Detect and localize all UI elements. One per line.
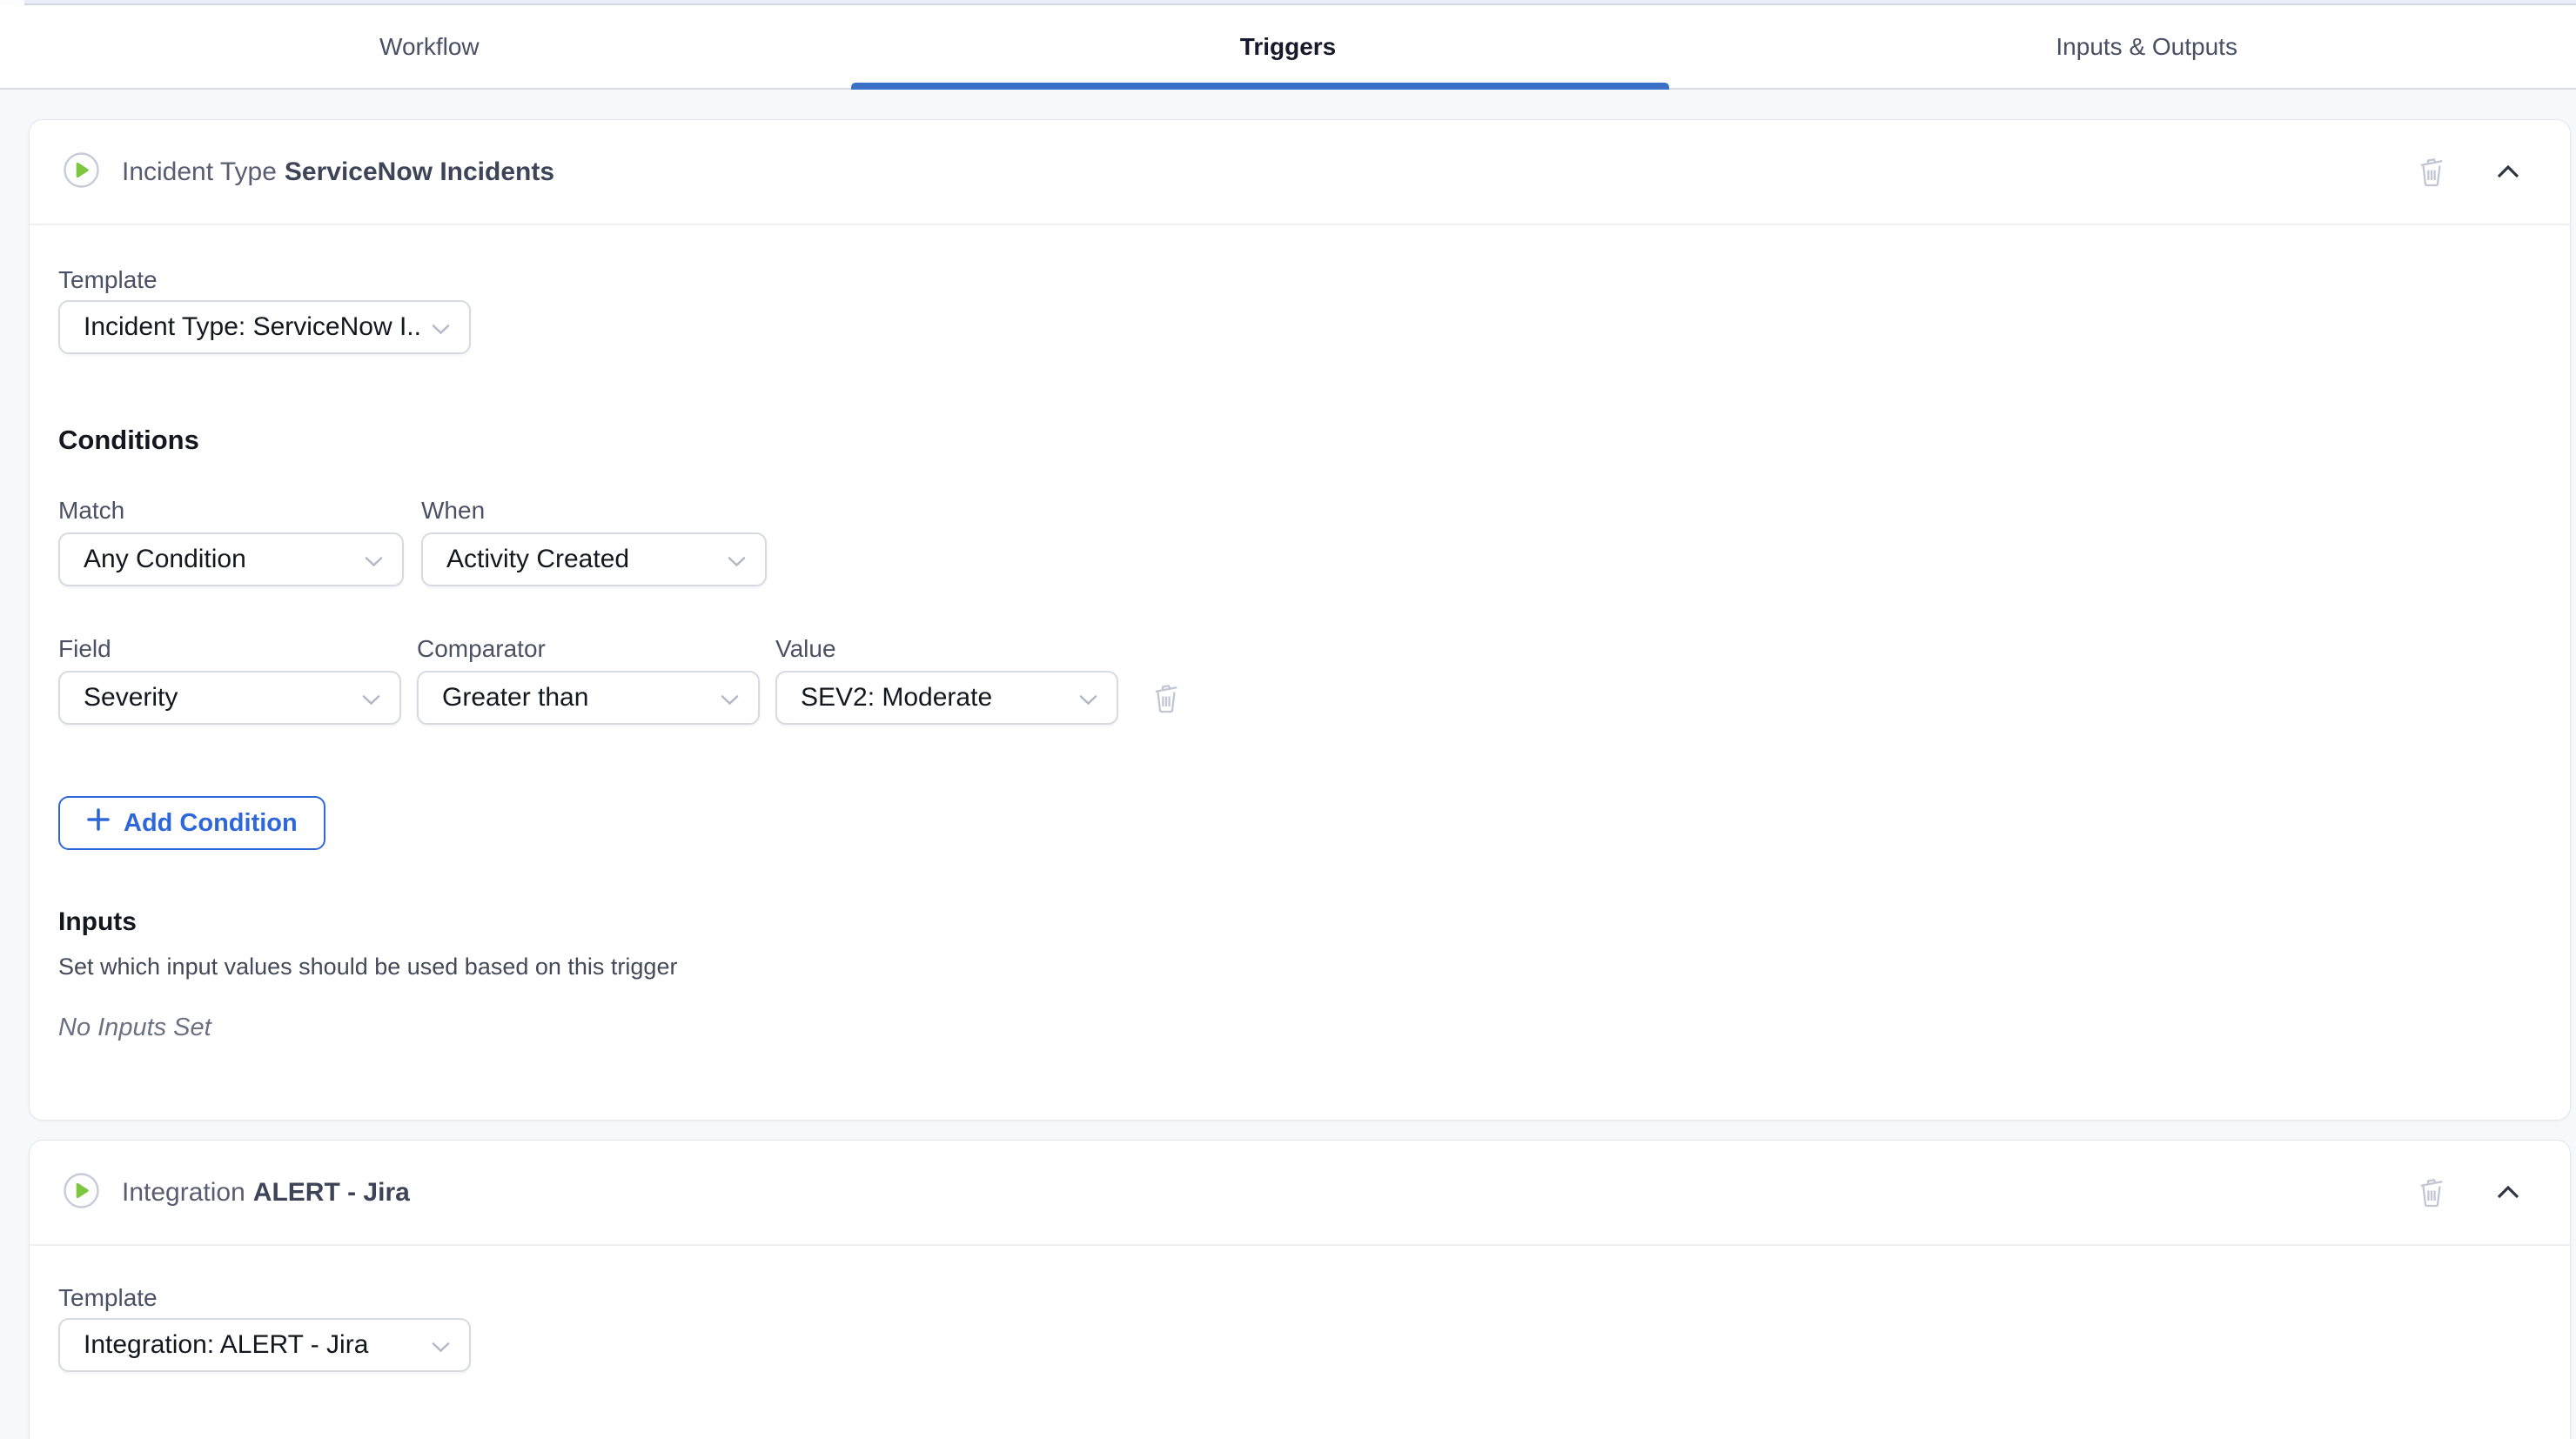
chevron-down-icon [419,1330,450,1360]
chevron-down-icon [715,545,746,574]
collapse-card-button[interactable] [2488,1173,2528,1213]
field-select[interactable]: Severity [58,671,401,725]
play-circle-icon [64,1173,99,1213]
triggers-panel: Incident Type ServiceNow Incidents [0,90,2576,1439]
trigger-card-actions [2412,1173,2528,1213]
plus-icon [86,807,111,839]
add-condition-button[interactable]: Add Condition [58,796,325,850]
inputs-heading: Inputs [58,906,2535,939]
comparator-label: Comparator [417,634,760,664]
when-select-value: Activity Created [446,545,715,574]
template-label: Template [58,265,2535,295]
tab-triggers[interactable]: Triggers [859,5,1718,88]
inputs-description: Set which input values should be used ba… [58,952,2535,981]
template-select[interactable]: Incident Type: ServiceNow I... [58,300,471,354]
match-select-value: Any Condition [84,545,352,574]
value-column: Value SEV2: Moderate [775,634,1118,725]
conditions-match-row: Match Any Condition When Activity Create… [58,496,2535,586]
comparator-select[interactable]: Greater than [417,671,760,725]
add-condition-label: Add Condition [124,809,298,838]
trigger-card-header: Integration ALERT - Jira [30,1141,2570,1244]
delete-condition-button[interactable] [1146,671,1186,725]
inputs-empty-state: No Inputs Set [58,1012,2535,1043]
trigger-card-integration: Integration ALERT - Jira [29,1140,2571,1439]
delete-trigger-button[interactable] [2412,1173,2452,1213]
trash-icon [2416,154,2447,190]
match-select[interactable]: Any Condition [58,532,404,586]
condition-row: Field Severity Comparator Greater than [58,634,2535,725]
when-select[interactable]: Activity Created [421,532,767,586]
value-select-value: SEV2: Moderate [801,683,1067,713]
chevron-down-icon [419,312,450,342]
trigger-kind-label: Incident Type [122,157,277,187]
trash-icon [2416,1175,2447,1210]
match-label: Match [58,496,404,525]
trigger-card-title: Integration ALERT - Jira [122,1178,410,1208]
comparator-column: Comparator Greater than [417,634,760,725]
when-column: When Activity Created [421,496,767,586]
trigger-card-body: Template Integration: ALERT - Jira [30,1246,2570,1372]
template-section: Template Integration: ALERT - Jira [58,1246,2535,1372]
chevron-down-icon [708,683,739,713]
trigger-card-header: Incident Type ServiceNow Incidents [30,120,2570,224]
value-label: Value [775,634,1118,664]
field-column: Field Severity [58,634,401,725]
trigger-card-body: Template Incident Type: ServiceNow I... … [30,225,2570,1043]
trigger-name-label: ServiceNow Incidents [285,157,554,187]
trigger-card-incident-type: Incident Type ServiceNow Incidents [29,119,2571,1121]
trigger-card-actions [2412,152,2528,192]
field-select-value: Severity [84,683,350,713]
trash-icon [1150,680,1182,716]
when-label: When [421,496,767,525]
trigger-name-label: ALERT - Jira [253,1178,410,1208]
chevron-down-icon [1067,683,1097,713]
conditions-heading: Conditions [58,424,2535,457]
chevron-up-icon [2497,1184,2519,1201]
template-section: Template Incident Type: ServiceNow I... [58,225,2535,354]
tab-workflow[interactable]: Workflow [0,5,859,88]
chevron-up-icon [2497,164,2519,181]
chevron-down-icon [350,683,380,713]
trigger-kind-label: Integration [122,1178,245,1208]
field-label: Field [58,634,401,664]
collapse-card-button[interactable] [2488,152,2528,192]
template-select[interactable]: Integration: ALERT - Jira [58,1318,471,1372]
template-select-value: Integration: ALERT - Jira [84,1330,419,1360]
value-select[interactable]: SEV2: Moderate [775,671,1118,725]
delete-trigger-button[interactable] [2412,152,2452,192]
match-column: Match Any Condition [58,496,404,586]
template-label: Template [58,1283,2535,1313]
play-circle-icon [64,152,99,192]
active-tab-underline [851,83,1669,90]
tab-bar: Workflow Triggers Inputs & Outputs [0,5,2576,90]
tab-inputs-outputs[interactable]: Inputs & Outputs [1717,5,2576,88]
chevron-down-icon [352,545,383,574]
template-select-value: Incident Type: ServiceNow I... [84,312,419,342]
comparator-select-value: Greater than [442,683,708,713]
trigger-card-title: Incident Type ServiceNow Incidents [122,157,554,187]
